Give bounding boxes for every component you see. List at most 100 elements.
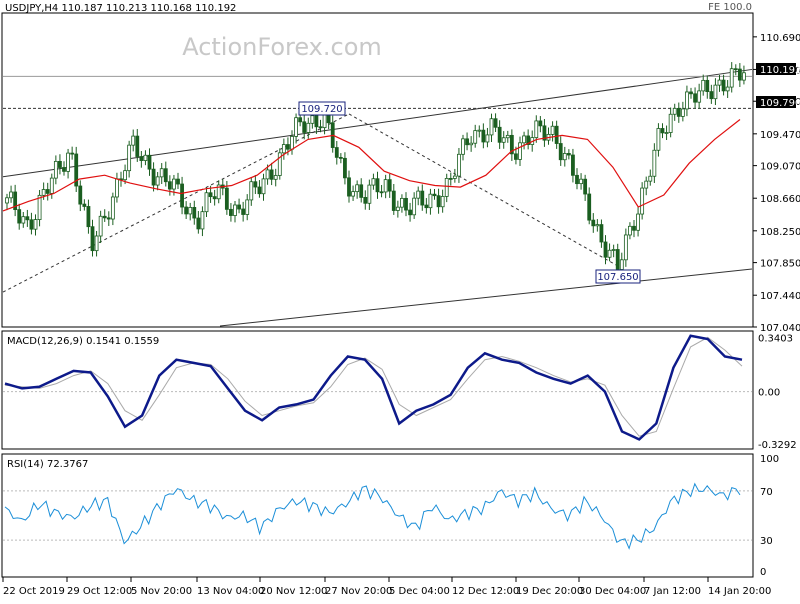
- candle-body: [139, 156, 144, 161]
- price-tick-label: 110.690: [760, 33, 800, 44]
- candle-body: [351, 191, 355, 197]
- candle-body: [41, 189, 46, 196]
- candle-body: [652, 149, 657, 177]
- rsi-tick-label: 100: [760, 454, 779, 465]
- candle-body: [131, 135, 136, 146]
- candle-body: [367, 184, 372, 204]
- candle-body: [208, 192, 213, 198]
- candle-body: [444, 178, 449, 197]
- candle-body: [233, 204, 237, 216]
- watermark: ActionForex.com: [182, 33, 382, 61]
- candle-body: [212, 196, 217, 200]
- candle-body: [636, 213, 640, 231]
- candle-body: [473, 130, 478, 144]
- candle-body: [713, 84, 718, 100]
- candle-body: [721, 79, 726, 92]
- candle-body: [383, 179, 388, 193]
- date-tick-label: 14 Jan 20:00: [708, 586, 771, 597]
- candle-body: [29, 219, 34, 230]
- macd-tick-label: 0.3403: [758, 333, 793, 344]
- candle-body: [457, 153, 461, 177]
- candle-body: [273, 175, 278, 180]
- date-tick-label: 5 Nov 20:00: [131, 586, 192, 597]
- candle-body: [33, 219, 38, 230]
- candle-body: [204, 192, 209, 213]
- candle-body: [416, 190, 421, 199]
- candle-body: [697, 90, 702, 103]
- candle-body: [359, 184, 364, 198]
- candle-body: [106, 217, 111, 220]
- candle-body: [294, 117, 298, 137]
- candle-body: [192, 207, 197, 219]
- candle-body: [21, 216, 26, 224]
- candle-body: [680, 108, 685, 117]
- candle-body: [554, 125, 559, 144]
- candle-body: [717, 79, 722, 86]
- candle-body: [628, 225, 632, 236]
- candle-body: [159, 168, 164, 178]
- candle-body: [591, 219, 596, 227]
- candle-body: [668, 113, 673, 133]
- candle-body: [615, 249, 620, 270]
- candle-body: [98, 215, 103, 237]
- candle-body: [477, 129, 482, 132]
- candle-body: [664, 132, 669, 134]
- macd-label: MACD(12,26,9) 0.1541 0.1559: [7, 336, 159, 347]
- candle-body: [452, 175, 457, 179]
- candle-body: [229, 208, 233, 216]
- candle-body: [172, 178, 176, 190]
- candle-body: [465, 138, 469, 146]
- candle-body: [334, 147, 339, 158]
- candle-body: [611, 249, 616, 251]
- candle-body: [110, 196, 115, 220]
- candle-body: [375, 178, 380, 193]
- candle-body: [693, 93, 697, 103]
- candle-body: [595, 224, 600, 227]
- date-tick-label: 19 Dec 20:00: [516, 586, 583, 597]
- candle-body: [644, 180, 649, 189]
- candle-body: [705, 79, 710, 92]
- candle-body: [701, 79, 706, 92]
- candle-body: [318, 126, 323, 129]
- candle-body: [391, 190, 396, 211]
- candle-body: [70, 152, 75, 155]
- candle-body: [82, 203, 87, 207]
- candle-body: [94, 235, 99, 252]
- candle-body: [428, 193, 433, 209]
- candle-body: [733, 68, 738, 71]
- macd-tick-label: 0.00: [758, 388, 780, 399]
- candle-body: [25, 216, 30, 221]
- annotation-low: 107.650: [597, 272, 638, 283]
- candle-body: [184, 206, 189, 215]
- candle-body: [58, 160, 62, 168]
- date-tick-label: 22 Oct 2019: [3, 586, 65, 597]
- candle-body: [566, 153, 571, 156]
- candle-body: [689, 91, 693, 95]
- price-tick-label: 109.470: [760, 130, 800, 141]
- candle-body: [489, 118, 494, 136]
- candle-body: [481, 129, 486, 143]
- candle-body: [387, 179, 392, 192]
- candle-body: [623, 234, 628, 261]
- candle-body: [241, 208, 246, 215]
- candle-body: [562, 153, 567, 161]
- candle-body: [355, 184, 360, 193]
- candle-body: [632, 225, 636, 231]
- candle-body: [412, 197, 417, 216]
- candle-body: [550, 125, 555, 135]
- candle-body: [448, 178, 453, 180]
- candle-body: [188, 207, 193, 215]
- candle-body: [408, 209, 412, 216]
- candle-body: [440, 196, 445, 208]
- candle-body: [261, 178, 266, 195]
- candle-body: [685, 91, 689, 110]
- candle-body: [326, 114, 331, 124]
- candle-body: [143, 154, 148, 161]
- candle-body: [395, 206, 400, 211]
- candle-body: [200, 211, 205, 230]
- candle-body: [322, 114, 327, 129]
- candle-body: [424, 204, 429, 209]
- candle-body: [648, 175, 653, 182]
- candle-body: [522, 135, 526, 144]
- date-tick-label: 7 Jan 12:00: [644, 586, 701, 597]
